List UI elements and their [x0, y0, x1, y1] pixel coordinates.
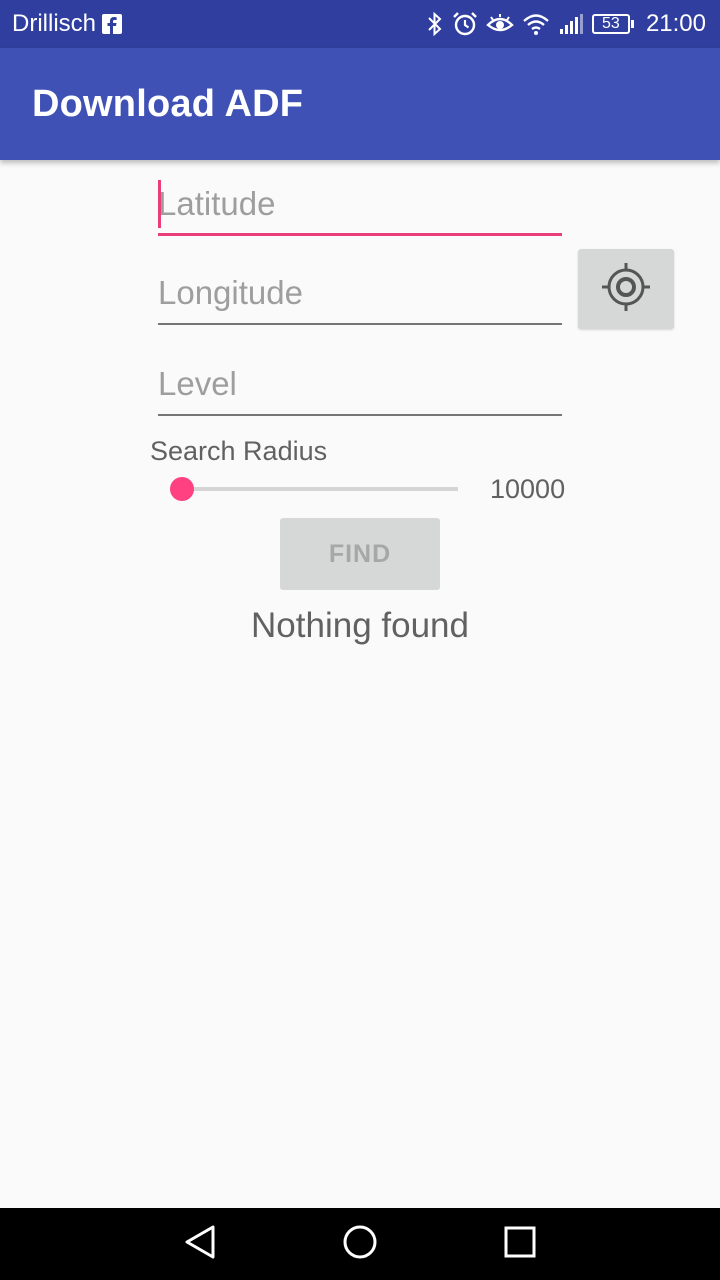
app-title: Download ADF	[32, 82, 304, 125]
text-cursor	[158, 180, 161, 228]
search-radius-slider[interactable]	[170, 476, 460, 502]
level-field-wrapper	[158, 360, 562, 416]
search-radius-value: 10000	[490, 474, 566, 504]
clock: 21:00	[645, 10, 706, 37]
battery-level: 53	[591, 14, 630, 34]
longitude-input[interactable]	[158, 269, 562, 325]
eye-icon	[486, 13, 514, 35]
back-icon	[183, 1224, 217, 1265]
back-button[interactable]	[160, 1208, 240, 1280]
bluetooth-icon	[426, 11, 444, 37]
slider-thumb[interactable]	[170, 477, 194, 501]
my-location-icon	[600, 261, 652, 318]
my-location-button[interactable]	[578, 249, 674, 329]
carrier-name: Drillisch	[12, 10, 96, 37]
home-button[interactable]	[320, 1208, 400, 1280]
find-button[interactable]: FIND	[280, 518, 440, 590]
recents-icon	[503, 1225, 537, 1264]
level-input[interactable]	[158, 360, 562, 416]
status-bar: Drillisch 53 21:00	[0, 0, 720, 48]
slider-track	[170, 487, 458, 491]
signal-icon	[558, 13, 584, 35]
navigation-bar	[0, 1208, 720, 1280]
longitude-field-wrapper	[158, 269, 562, 325]
home-icon	[342, 1224, 378, 1265]
facebook-icon	[102, 14, 122, 34]
latitude-input[interactable]	[158, 180, 562, 236]
battery-icon: 53	[591, 14, 634, 34]
result-text: Nothing found	[251, 606, 469, 645]
wifi-icon	[522, 12, 550, 36]
search-radius-label: Search Radius	[150, 436, 328, 466]
app-bar: Download ADF	[0, 48, 720, 160]
alarm-icon	[452, 11, 478, 37]
latitude-field-wrapper	[158, 180, 562, 236]
recents-button[interactable]	[480, 1208, 560, 1280]
